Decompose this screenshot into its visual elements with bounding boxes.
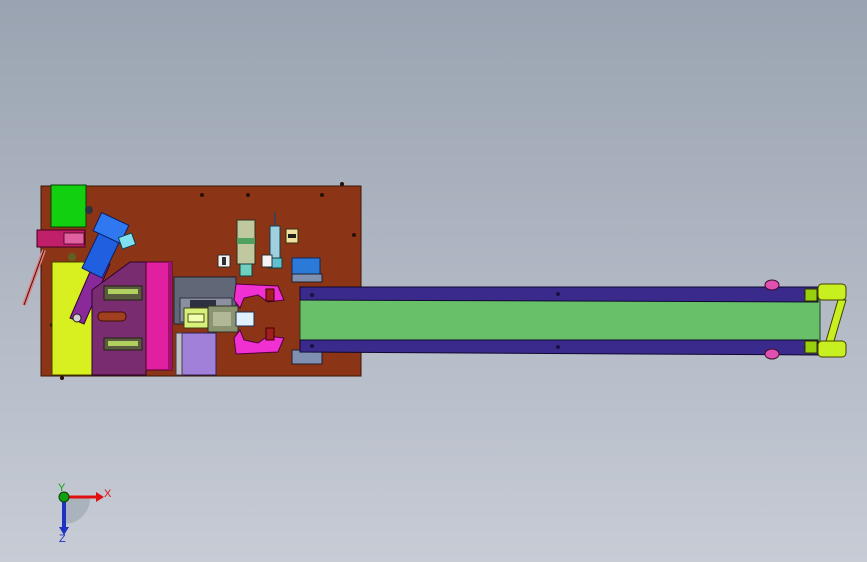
end-knob-top	[764, 279, 780, 291]
end-bracket-top	[817, 283, 847, 301]
conveyor-belt[interactable]	[299, 297, 821, 343]
cylinder-1-tip	[239, 263, 253, 277]
end-bracket-bottom	[817, 340, 847, 358]
guide-lime-top	[108, 289, 138, 294]
end-knob-bottom	[764, 348, 780, 360]
central-clamp-inner	[213, 312, 231, 326]
x-axis-label: X	[104, 488, 112, 500]
purple-box-cap	[175, 332, 183, 376]
brown-link-bar	[97, 311, 127, 322]
motor-knob	[85, 206, 93, 214]
sensor-bracket-mid	[261, 254, 273, 268]
blue-sensor-block	[291, 257, 321, 275]
z-axis-label: Z	[59, 533, 66, 545]
magenta-plate-edge	[168, 262, 172, 370]
green-motor-block	[50, 184, 87, 228]
lime-slide-slot	[187, 313, 205, 323]
y-axis-label: Y	[58, 482, 66, 494]
cad-viewport[interactable]: X Y Z	[0, 0, 867, 562]
end-bracket-link	[825, 299, 847, 342]
guide-lime-bottom	[108, 341, 138, 346]
coordinate-triad: X Y Z	[58, 482, 112, 545]
cylinder-1-ring	[237, 238, 255, 244]
end-roller-bottom	[804, 340, 818, 354]
purple-box	[179, 332, 217, 376]
yellow-block-bolt	[68, 253, 76, 261]
gripper-center-cap	[235, 311, 255, 327]
x-axis-head	[96, 492, 104, 502]
jaw-pad-top	[265, 288, 275, 302]
magenta-bracket-slot	[63, 232, 85, 245]
cream-tag-mark	[288, 234, 296, 238]
arm-pivot	[72, 313, 82, 323]
cylinder-2-body	[269, 225, 281, 259]
sensor-bracket-left-core	[222, 257, 226, 265]
blue-sensor-bracket	[291, 273, 323, 283]
jaw-pad-bottom	[265, 327, 275, 341]
end-roller-top	[804, 288, 818, 302]
